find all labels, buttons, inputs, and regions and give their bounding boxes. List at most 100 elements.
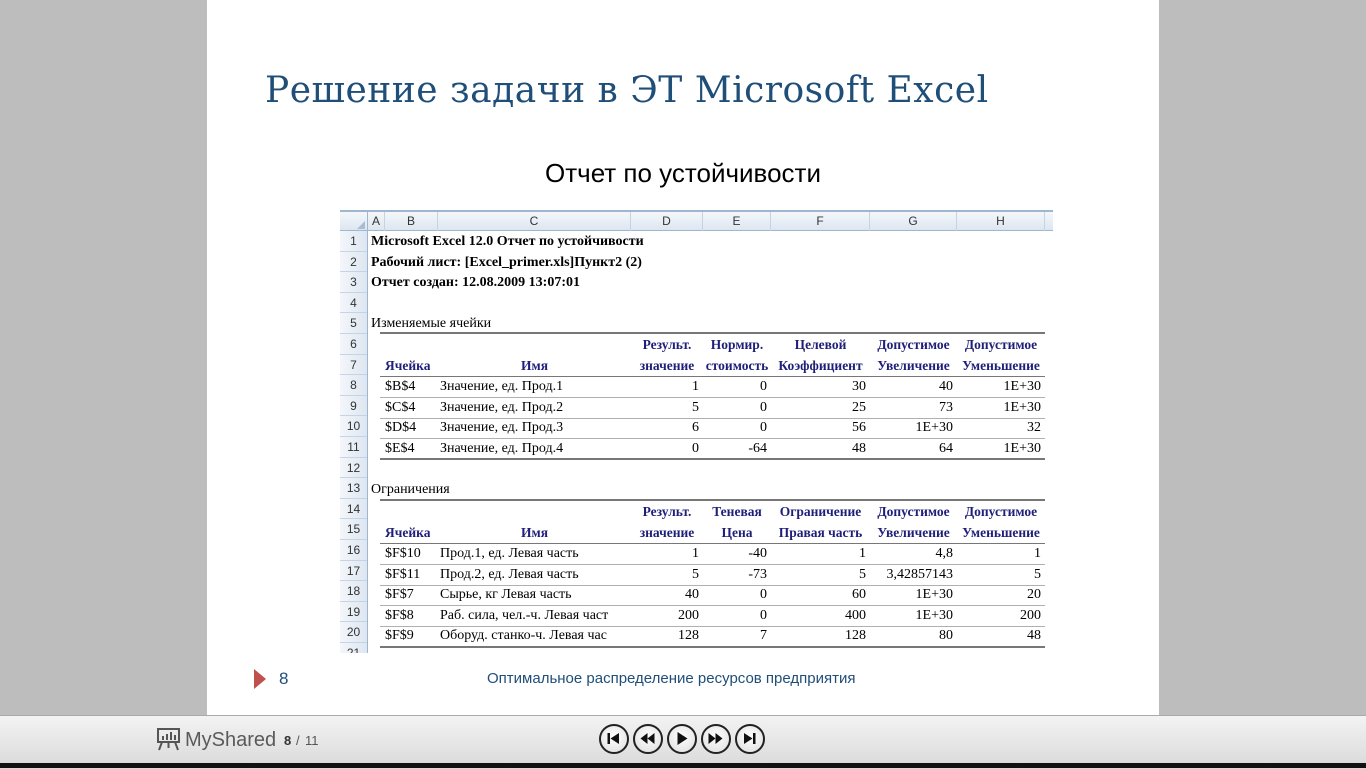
table-cell: 1E+30 — [1003, 440, 1041, 456]
row-header: 14 — [340, 499, 367, 520]
table-cell: 30 — [852, 379, 866, 394]
table-cell: $E$4 — [385, 440, 415, 456]
table-header: Нормир. — [710, 337, 764, 352]
presentation-board-icon — [157, 728, 180, 751]
table-cell: 128 — [845, 628, 866, 644]
slide: Решение задачи в ЭТ Microsoft Excel Отче… — [207, 0, 1159, 715]
table-cell: 0 — [760, 399, 767, 415]
table-cell: 64 — [939, 440, 953, 456]
row-header: 18 — [340, 581, 367, 602]
table-cell: 1 — [1034, 546, 1041, 561]
row-header: 11 — [340, 437, 367, 458]
slide-number: 8 — [279, 669, 289, 688]
row-header: 10 — [340, 416, 367, 437]
table-cell: $F$9 — [385, 628, 414, 644]
play-button[interactable] — [667, 724, 697, 754]
table-cell: 48 — [852, 440, 866, 456]
header-divider — [380, 376, 1045, 377]
table-cell: 0 — [760, 607, 767, 623]
table-header: Теневая — [712, 504, 762, 519]
table-cell: 1E+30 — [915, 420, 953, 436]
row-header: 8 — [340, 375, 367, 396]
column-header: G — [870, 212, 957, 231]
slide-title: Решение задачи в ЭТ Microsoft Excel — [265, 70, 989, 111]
row-header: 9 — [340, 396, 367, 417]
table-cell: $C$4 — [385, 399, 416, 415]
page-separator: / — [296, 733, 300, 748]
table-header: Имя — [521, 358, 548, 373]
table-cell: 1E+30 — [1003, 379, 1041, 394]
table-cell: 1 — [692, 546, 699, 561]
table-cell: Значение, ед. Прод.3 — [440, 420, 564, 436]
first-slide-button[interactable] — [599, 724, 629, 754]
table-cell: 5 — [692, 399, 699, 415]
table-cell: $D$4 — [385, 420, 417, 436]
table-cell: 40 — [939, 379, 953, 394]
table-header: Допустимое — [964, 337, 1038, 352]
table-cell: 60 — [852, 587, 866, 603]
row-header: 21 — [340, 643, 367, 653]
table-cell: 0 — [760, 420, 767, 436]
row-header: 4 — [340, 293, 367, 314]
table-header: Результ. — [642, 337, 692, 352]
play-icon — [677, 732, 688, 745]
table-cell: 7 — [760, 628, 767, 644]
table-cell: Прод.1, ед. Левая часть — [440, 546, 579, 561]
row-header: 15 — [340, 519, 367, 540]
row-header: 3 — [340, 272, 367, 293]
last-slide-button[interactable] — [735, 724, 765, 754]
table-cell: Значение, ед. Прод.1 — [440, 379, 564, 394]
table-cell: 25 — [852, 399, 866, 415]
column-header: D — [631, 212, 703, 231]
table-cell: Прод.2, ед. Левая часть — [440, 566, 579, 582]
table-cell: 5 — [1034, 566, 1041, 582]
row-header: 1 — [340, 231, 367, 252]
table-cell: 20 — [1027, 587, 1041, 603]
column-header: A — [368, 212, 385, 231]
table-header: Цена — [721, 525, 753, 540]
table-border — [380, 458, 1045, 460]
table-header: Допустимое — [877, 337, 950, 352]
table-border — [380, 646, 1045, 648]
table-header: Увеличение — [877, 525, 950, 540]
table-cell: 200 — [1020, 607, 1041, 623]
row-header: 19 — [340, 602, 367, 623]
table-header: Ячейка — [385, 525, 431, 540]
next-slide-button[interactable] — [701, 724, 731, 754]
spreadsheet-screenshot: A B C D E F G H 1 2 3 4 5 6 7 8 9 10 11 12 13 14 15 16 1… — [340, 210, 1053, 653]
table-header: Правая часть — [778, 525, 863, 540]
row-header: 5 — [340, 313, 367, 334]
table-cell: $F$10 — [385, 546, 421, 561]
table-header: Результ. — [642, 504, 692, 519]
row-header: 17 — [340, 561, 367, 582]
table-header: Ограничение — [779, 504, 862, 519]
table-cell: Оборуд. станко-ч. Левая час — [440, 628, 607, 644]
table-cell: -73 — [748, 566, 767, 582]
previous-slide-button[interactable] — [633, 724, 663, 754]
table-header: стоимость — [705, 358, 769, 373]
table-border — [380, 332, 1045, 334]
table-header: Имя — [521, 525, 548, 540]
fast-forward-icon — [708, 733, 723, 744]
row-header: 13 — [340, 478, 367, 499]
table-cell: Значение, ед. Прод.4 — [440, 440, 564, 456]
table-cell: $F$8 — [385, 607, 414, 623]
table-cell: Сырье, кг Левая часть — [440, 587, 572, 603]
row-header: 6 — [340, 334, 367, 355]
table-header: Уменьшение — [962, 525, 1040, 540]
select-all-corner — [340, 212, 368, 231]
table-cell: 40 — [685, 587, 699, 603]
table-cell: 0 — [760, 587, 767, 603]
table-cell: 1 — [692, 379, 699, 394]
slide-footer-text: Оптимальное распределение ресурсов предп… — [487, 670, 856, 687]
table-cell: 3,42857143 — [886, 566, 954, 582]
table-header: Увеличение — [877, 358, 950, 373]
table-cell: 56 — [852, 420, 866, 436]
table-cell: 1 — [859, 546, 866, 561]
table-cell: 48 — [1027, 628, 1041, 644]
logo-text[interactable]: MyShared — [185, 729, 276, 752]
row-header: 7 — [340, 355, 367, 376]
table-cell: 80 — [939, 628, 953, 644]
column-header: B — [385, 212, 438, 231]
table-cell: 0 — [692, 440, 699, 456]
